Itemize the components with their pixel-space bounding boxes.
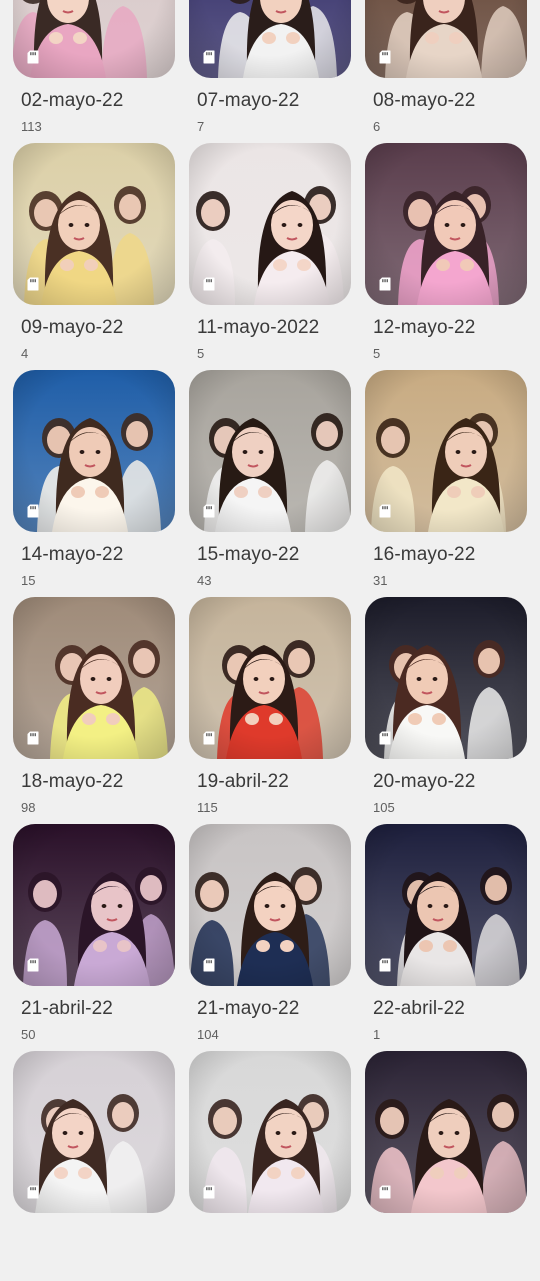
sd-card-icon [27, 958, 39, 972]
album-count: 105 [373, 800, 395, 815]
album-title: 15-mayo-22 [197, 544, 300, 565]
album-title: 20-mayo-22 [373, 771, 476, 792]
sd-card-icon [27, 504, 39, 518]
album-thumbnail[interactable] [189, 824, 351, 986]
photo-image [189, 0, 351, 78]
album-title: 22-abril-22 [373, 998, 465, 1019]
album-tile[interactable]: 15-mayo-22 43 [189, 370, 351, 600]
album-tile[interactable] [189, 1051, 351, 1281]
album-tile[interactable]: 08-mayo-22 6 [365, 0, 527, 146]
album-title: 21-abril-22 [21, 998, 113, 1019]
album-count: 15 [21, 573, 36, 588]
album-title: 11-mayo-2022 [197, 317, 320, 338]
album-title: 07-mayo-22 [197, 90, 300, 111]
album-count: 104 [197, 1027, 219, 1042]
album-title: 19-abril-22 [197, 771, 289, 792]
album-count: 4 [21, 346, 29, 361]
sd-card-icon [27, 277, 39, 291]
album-count: 115 [197, 800, 218, 815]
album-tile[interactable]: 07-mayo-22 7 [189, 0, 351, 146]
album-thumbnail[interactable] [13, 0, 175, 78]
album-thumbnail[interactable] [13, 597, 175, 759]
album-count: 43 [197, 573, 212, 588]
sd-card-icon [379, 504, 391, 518]
album-thumbnail[interactable] [189, 143, 351, 305]
album-thumbnail[interactable] [365, 597, 527, 759]
sd-card-icon [379, 277, 391, 291]
album-title: 21-mayo-22 [197, 998, 300, 1019]
photo-image [365, 0, 527, 78]
sd-card-icon [27, 731, 39, 745]
album-thumbnail[interactable] [13, 143, 175, 305]
album-tile[interactable]: 22-abril-22 1 [365, 824, 527, 1054]
sd-card-icon [203, 1185, 215, 1199]
album-title: 02-mayo-22 [21, 90, 124, 111]
sd-card-icon [379, 958, 391, 972]
album-thumbnail[interactable] [13, 1051, 175, 1213]
album-tile[interactable]: 11-mayo-2022 5 [189, 143, 351, 373]
sd-card-icon [203, 277, 215, 291]
album-thumbnail[interactable] [189, 370, 351, 532]
album-tile[interactable]: 19-abril-22 115 [189, 597, 351, 827]
sd-card-icon [203, 731, 215, 745]
album-tile[interactable]: 16-mayo-22 31 [365, 370, 527, 600]
album-count: 5 [197, 346, 205, 361]
album-thumbnail[interactable] [13, 370, 175, 532]
album-count: 31 [373, 573, 388, 588]
album-title: 08-mayo-22 [373, 90, 476, 111]
album-thumbnail[interactable] [189, 1051, 351, 1213]
sd-card-icon [379, 50, 391, 64]
album-title: 09-mayo-22 [21, 317, 124, 338]
album-count: 98 [21, 800, 36, 815]
album-thumbnail[interactable] [365, 0, 527, 78]
album-tile[interactable]: 12-mayo-22 5 [365, 143, 527, 373]
album-tile[interactable]: 21-mayo-22 104 [189, 824, 351, 1054]
album-count: 1 [373, 1027, 381, 1042]
album-thumbnail[interactable] [189, 0, 351, 78]
album-tile[interactable]: 09-mayo-22 4 [13, 143, 175, 373]
album-tile[interactable]: 18-mayo-22 98 [13, 597, 175, 827]
album-tile[interactable]: 21-abril-22 50 [13, 824, 175, 1054]
album-thumbnail[interactable] [189, 597, 351, 759]
album-title: 18-mayo-22 [21, 771, 124, 792]
sd-card-icon [203, 958, 215, 972]
album-tile[interactable]: 02-mayo-22 113 [13, 0, 175, 146]
sd-card-icon [379, 731, 391, 745]
album-thumbnail[interactable] [365, 143, 527, 305]
album-count: 50 [21, 1027, 36, 1042]
album-title: 14-mayo-22 [21, 544, 124, 565]
sd-card-icon [27, 50, 39, 64]
album-thumbnail[interactable] [365, 1051, 527, 1213]
album-tile[interactable] [365, 1051, 527, 1281]
album-tile[interactable]: 14-mayo-22 15 [13, 370, 175, 600]
sd-card-icon [379, 1185, 391, 1199]
album-tile[interactable] [13, 1051, 175, 1281]
album-count: 113 [21, 119, 42, 134]
sd-card-icon [203, 504, 215, 518]
album-thumbnail[interactable] [365, 370, 527, 532]
album-thumbnail[interactable] [365, 824, 527, 986]
album-count: 7 [197, 119, 205, 134]
sd-card-icon [203, 50, 215, 64]
album-thumbnail[interactable] [13, 824, 175, 986]
album-count: 5 [373, 346, 381, 361]
album-title: 12-mayo-22 [373, 317, 476, 338]
sd-card-icon [27, 1185, 39, 1199]
album-title: 16-mayo-22 [373, 544, 476, 565]
photo-image [13, 0, 175, 78]
album-tile[interactable]: 20-mayo-22 105 [365, 597, 527, 827]
album-count: 6 [373, 119, 381, 134]
